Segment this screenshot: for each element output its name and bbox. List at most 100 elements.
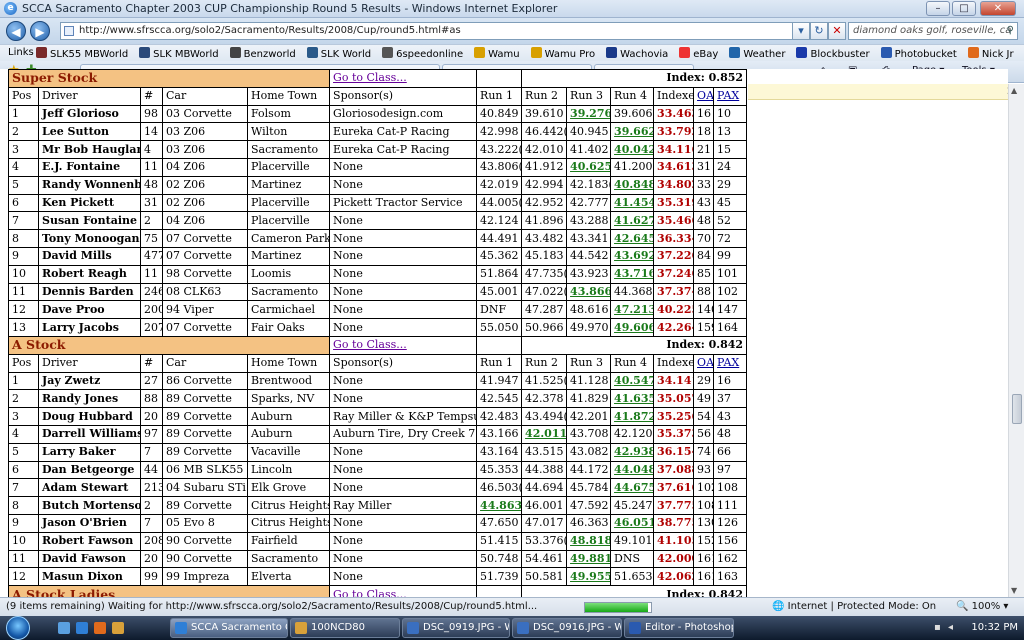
cell-run1: 46.503(1 xyxy=(476,478,523,498)
scroll-down-icon[interactable]: ▼ xyxy=(1011,586,1017,595)
link-item[interactable]: Nick Jr xyxy=(967,47,1014,60)
forward-button[interactable]: ▶ xyxy=(30,21,50,41)
cell-pos: 3 xyxy=(8,140,39,159)
cell-indexed: 34.141 xyxy=(653,371,695,391)
column-header: Run 4 xyxy=(610,86,655,106)
taskbar-button[interactable]: DSC_0919.JPG - Win... xyxy=(402,618,510,638)
network-icon[interactable]: ▪ xyxy=(934,622,944,633)
start-button[interactable] xyxy=(6,616,30,640)
volume-icon[interactable]: ◂ xyxy=(948,622,958,633)
cell-sponsor: None xyxy=(329,318,478,337)
taskbar-button-label: 100NCD80 xyxy=(311,622,365,633)
cell-oa: 108 xyxy=(693,496,715,515)
cell-pax: 52 xyxy=(713,211,748,231)
vertical-scrollbar[interactable]: ▲ ▼ xyxy=(1008,84,1024,597)
address-dropdown-button[interactable]: ▾ xyxy=(792,22,810,40)
cell-run3: 42.201 xyxy=(566,407,612,426)
class-name: Super Stock xyxy=(7,69,331,88)
cell-car: 03 Z06 xyxy=(162,122,248,142)
cell-car: 90 Corvette xyxy=(162,531,248,551)
address-bar[interactable]: http://www.sfrscca.org/solo2/Sacramento/… xyxy=(60,22,830,40)
link-item[interactable]: SLK55 MBWorld xyxy=(36,47,128,60)
link-item[interactable]: Wamu Pro xyxy=(530,47,595,60)
ie-quicklaunch-icon[interactable] xyxy=(76,622,88,634)
cell-num: 98 xyxy=(140,104,163,124)
cell-driver: Tony Monoogan xyxy=(38,229,141,248)
cell-car: 89 Corvette xyxy=(162,496,248,515)
cell-run2: 43.494(2 xyxy=(521,407,568,426)
link-favicon-icon xyxy=(796,47,808,58)
table-row: 9 Jason O'Brien 7 05 Evo 8 Citrus Heights Non… xyxy=(8,513,748,533)
show-desktop-icon[interactable] xyxy=(58,622,70,634)
class-name: A Stock xyxy=(7,335,331,355)
link-item[interactable]: SLK MBWorld xyxy=(139,47,219,60)
class-index: Index: 0.842 xyxy=(521,585,748,597)
cell-indexed: 35.373 xyxy=(653,424,695,444)
column-header[interactable]: OA xyxy=(693,353,715,373)
close-window-button[interactable]: ✕ xyxy=(980,1,1016,16)
cell-indexed: 35.256 xyxy=(653,407,695,426)
link-item[interactable]: Blockbuster xyxy=(796,47,870,60)
taskbar-button[interactable]: SCCA Sacramento C... xyxy=(170,618,288,638)
taskbar-button[interactable]: 100NCD80 xyxy=(290,618,400,638)
taskbar-app-icon xyxy=(407,622,419,634)
link-label: SLK55 MBWorld xyxy=(50,49,129,60)
column-header: Run 3 xyxy=(566,353,612,373)
security-zone[interactable]: 🌐 Internet | Protected Mode: On xyxy=(772,601,936,612)
folder-quicklaunch-icon[interactable] xyxy=(112,622,124,634)
refresh-icon[interactable]: ↻ xyxy=(810,22,828,40)
cell-car: 02 Z06 xyxy=(162,175,248,195)
link-item[interactable]: Photobucket xyxy=(880,47,957,60)
cell-driver: Robert Reagh xyxy=(38,264,141,284)
search-icon[interactable]: ⚲ xyxy=(1007,23,1014,39)
minimize-button[interactable]: – xyxy=(926,1,950,16)
table-row: 7 Susan Fontaine 2 04 Z06 Placerville None 42.… xyxy=(8,211,748,231)
cell-oa: 33 xyxy=(693,175,715,195)
cell-pax: 126 xyxy=(713,513,748,533)
link-item[interactable]: eBay xyxy=(679,47,718,60)
cell-run2: 41.896 xyxy=(521,211,568,231)
link-item[interactable]: Benzworld xyxy=(229,47,296,60)
cell-driver: Robert Fawson xyxy=(38,531,141,551)
clock[interactable]: 10:32 PM xyxy=(971,622,1018,633)
link-item[interactable]: Wachovia xyxy=(606,47,668,60)
cell-pax: 108 xyxy=(713,478,748,498)
zoom-level[interactable]: 🔍 100% ▾ xyxy=(956,601,1008,612)
taskbar-button[interactable]: Editor - Photoshop ... xyxy=(624,618,734,638)
cell-run1: 40.849 xyxy=(476,104,523,124)
goto-class-link[interactable]: Go to Class... xyxy=(333,71,407,84)
cell-run1: 50.748 xyxy=(476,549,523,569)
system-tray: ▪ ◂ 10:32 PM xyxy=(928,616,1024,640)
cell-pos: 1 xyxy=(8,104,39,124)
cell-indexed: 35.057 xyxy=(653,389,695,409)
link-item[interactable]: Wamu xyxy=(474,47,520,60)
class-header-row: Super Stock Go to Class... Index: 0.852 xyxy=(7,69,748,88)
cell-pos: 11 xyxy=(8,549,39,569)
search-input[interactable]: diamond oaks golf, roseville, ca ⚲ xyxy=(848,22,1018,40)
scrollbar-thumb[interactable] xyxy=(1012,394,1022,424)
link-item[interactable]: SLK World xyxy=(306,47,371,60)
goto-class-link[interactable]: Go to Class... xyxy=(333,588,407,598)
scroll-up-icon[interactable]: ▲ xyxy=(1011,86,1017,95)
link-label: Wachovia xyxy=(620,49,669,60)
back-button[interactable]: ◀ xyxy=(6,21,26,41)
cell-town: Citrus Heights xyxy=(246,513,331,533)
column-header[interactable]: PAX xyxy=(713,86,748,106)
cell-run2: 43.482 xyxy=(521,229,568,248)
cell-driver: E.J. Fontaine xyxy=(38,157,141,177)
column-header[interactable]: PAX xyxy=(713,353,748,373)
stop-icon[interactable]: ✕ xyxy=(828,22,846,40)
column-header[interactable]: OA xyxy=(693,86,715,106)
cell-indexed: 38.775 xyxy=(653,513,695,533)
cell-run4: 39.662 xyxy=(610,122,655,142)
cell-sponsor: None xyxy=(329,282,478,302)
table-row: 3 Doug Hubbard 20 89 Corvette Auburn Ray Mill… xyxy=(8,407,748,426)
cell-run3: 43.341 xyxy=(566,229,612,248)
link-item[interactable]: Weather xyxy=(729,47,785,60)
taskbar-button[interactable]: DSC_0916.JPG - Win... xyxy=(512,618,622,638)
goto-class-link[interactable]: Go to Class... xyxy=(333,338,407,351)
media-quicklaunch-icon[interactable] xyxy=(94,622,106,634)
maximize-button[interactable]: □ xyxy=(952,1,976,16)
link-item[interactable]: 6speedonline xyxy=(382,47,463,60)
table-row: 11 David Fawson 20 90 Corvette Sacramento Non… xyxy=(8,549,748,569)
